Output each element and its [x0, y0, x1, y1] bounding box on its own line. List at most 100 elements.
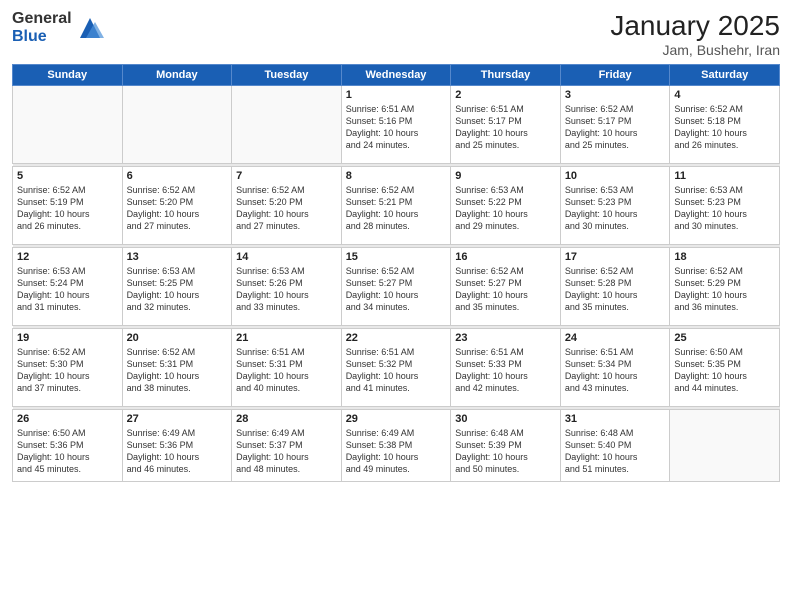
- day-info: Sunrise: 6:52 AMSunset: 5:20 PMDaylight:…: [236, 184, 337, 233]
- calendar-cell: 19 Sunrise: 6:52 AMSunset: 5:30 PMDayligh…: [13, 329, 123, 407]
- day-info: Sunrise: 6:51 AMSunset: 5:34 PMDaylight:…: [565, 346, 666, 395]
- day-number: 8: [346, 170, 447, 182]
- calendar-week-row: 12Sunrise: 6:53 AMSunset: 5:24 PMDayligh…: [13, 248, 780, 326]
- day-number: 19: [17, 332, 118, 344]
- day-info: Sunrise: 6:52 AMSunset: 5:17 PMDaylight:…: [565, 103, 666, 152]
- day-number: 28: [236, 413, 337, 425]
- header-thursday: Thursday: [451, 65, 561, 86]
- calendar-week-row: 26Sunrise: 6:50 AMSunset: 5:36 PMDayligh…: [13, 410, 780, 482]
- calendar-cell: 9 Sunrise: 6:53 AMSunset: 5:22 PMDaylight…: [451, 167, 561, 245]
- day-info: Sunrise: 6:51 AMSunset: 5:33 PMDaylight:…: [455, 346, 556, 395]
- day-info: Sunrise: 6:52 AMSunset: 5:29 PMDaylight:…: [674, 265, 775, 314]
- day-info: Sunrise: 6:51 AMSunset: 5:32 PMDaylight:…: [346, 346, 447, 395]
- calendar-cell: 26Sunrise: 6:50 AMSunset: 5:36 PMDayligh…: [13, 410, 123, 482]
- title-section: January 2025 Jam, Bushehr, Iran: [610, 10, 780, 58]
- day-number: 18: [674, 251, 775, 263]
- day-info: Sunrise: 6:52 AMSunset: 5:21 PMDaylight:…: [346, 184, 447, 233]
- day-info: Sunrise: 6:53 AMSunset: 5:22 PMDaylight:…: [455, 184, 556, 233]
- day-number: 21: [236, 332, 337, 344]
- day-number: 16: [455, 251, 556, 263]
- calendar-cell: 6Sunrise: 6:52 AMSunset: 5:20 PMDaylight…: [122, 167, 232, 245]
- calendar-cell: 10Sunrise: 6:53 AMSunset: 5:23 PMDayligh…: [560, 167, 670, 245]
- page-header: General Blue January 2025 Jam, Bushehr, …: [12, 10, 780, 58]
- page-container: General Blue January 2025 Jam, Bushehr, …: [0, 0, 792, 490]
- calendar-cell: 24 Sunrise: 6:51 AMSunset: 5:34 PMDayligh…: [560, 329, 670, 407]
- day-info: Sunrise: 6:52 AMSunset: 5:27 PMDaylight:…: [346, 265, 447, 314]
- day-number: 29: [346, 413, 447, 425]
- day-number: 9: [455, 170, 556, 182]
- day-number: 22: [346, 332, 447, 344]
- calendar-cell: 7 Sunrise: 6:52 AMSunset: 5:20 PMDaylight…: [232, 167, 342, 245]
- day-number: 13: [127, 251, 228, 263]
- logo-general: General: [12, 10, 72, 28]
- day-info: Sunrise: 6:53 AMSunset: 5:23 PMDaylight:…: [565, 184, 666, 233]
- day-info: Sunrise: 6:51 AMSunset: 5:31 PMDaylight:…: [236, 346, 337, 395]
- calendar-cell: 8 Sunrise: 6:52 AMSunset: 5:21 PMDaylight…: [341, 167, 451, 245]
- calendar-cell: 31 Sunrise: 6:48 AMSunset: 5:40 PMDayligh…: [560, 410, 670, 482]
- calendar-cell: [232, 86, 342, 164]
- day-info: Sunrise: 6:52 AMSunset: 5:19 PMDaylight:…: [17, 184, 118, 233]
- calendar-week-row: 1 Sunrise: 6:51 AMSunset: 5:16 PMDaylight…: [13, 86, 780, 164]
- calendar-cell: 1 Sunrise: 6:51 AMSunset: 5:16 PMDaylight…: [341, 86, 451, 164]
- calendar-table: Sunday Monday Tuesday Wednesday Thursday…: [12, 64, 780, 482]
- calendar-cell: [13, 86, 123, 164]
- logo-icon: [76, 14, 104, 42]
- day-info: Sunrise: 6:52 AMSunset: 5:31 PMDaylight:…: [127, 346, 228, 395]
- day-info: Sunrise: 6:52 AMSunset: 5:28 PMDaylight:…: [565, 265, 666, 314]
- calendar-cell: 29 Sunrise: 6:49 AMSunset: 5:38 PMDayligh…: [341, 410, 451, 482]
- day-number: 2: [455, 89, 556, 101]
- day-number: 15: [346, 251, 447, 263]
- logo: General Blue: [12, 10, 104, 45]
- day-number: 24: [565, 332, 666, 344]
- calendar-cell: 25Sunrise: 6:50 AMSunset: 5:35 PMDayligh…: [670, 329, 780, 407]
- day-info: Sunrise: 6:52 AMSunset: 5:27 PMDaylight:…: [455, 265, 556, 314]
- calendar-cell: 28Sunrise: 6:49 AMSunset: 5:37 PMDayligh…: [232, 410, 342, 482]
- day-number: 14: [236, 251, 337, 263]
- header-monday: Monday: [122, 65, 232, 86]
- day-number: 1: [346, 89, 447, 101]
- calendar-cell: 22 Sunrise: 6:51 AMSunset: 5:32 PMDayligh…: [341, 329, 451, 407]
- day-number: 25: [674, 332, 775, 344]
- calendar-cell: 21 Sunrise: 6:51 AMSunset: 5:31 PMDayligh…: [232, 329, 342, 407]
- calendar-week-row: 19 Sunrise: 6:52 AMSunset: 5:30 PMDayligh…: [13, 329, 780, 407]
- day-number: 6: [127, 170, 228, 182]
- header-sunday: Sunday: [13, 65, 123, 86]
- header-saturday: Saturday: [670, 65, 780, 86]
- header-wednesday: Wednesday: [341, 65, 451, 86]
- day-number: 4: [674, 89, 775, 101]
- day-info: Sunrise: 6:52 AMSunset: 5:18 PMDaylight:…: [674, 103, 775, 152]
- day-number: 12: [17, 251, 118, 263]
- day-info: Sunrise: 6:51 AMSunset: 5:16 PMDaylight:…: [346, 103, 447, 152]
- day-number: 31: [565, 413, 666, 425]
- day-info: Sunrise: 6:48 AMSunset: 5:40 PMDaylight:…: [565, 427, 666, 476]
- day-info: Sunrise: 6:53 AMSunset: 5:25 PMDaylight:…: [127, 265, 228, 314]
- day-number: 7: [236, 170, 337, 182]
- day-info: Sunrise: 6:48 AMSunset: 5:39 PMDaylight:…: [455, 427, 556, 476]
- calendar-cell: 11Sunrise: 6:53 AMSunset: 5:23 PMDayligh…: [670, 167, 780, 245]
- calendar-cell: [670, 410, 780, 482]
- calendar-cell: 17 Sunrise: 6:52 AMSunset: 5:28 PMDayligh…: [560, 248, 670, 326]
- day-number: 17: [565, 251, 666, 263]
- day-info: Sunrise: 6:52 AMSunset: 5:30 PMDaylight:…: [17, 346, 118, 395]
- calendar-cell: 4 Sunrise: 6:52 AMSunset: 5:18 PMDaylight…: [670, 86, 780, 164]
- day-number: 30: [455, 413, 556, 425]
- calendar-cell: 16 Sunrise: 6:52 AMSunset: 5:27 PMDayligh…: [451, 248, 561, 326]
- calendar-cell: 14Sunrise: 6:53 AMSunset: 5:26 PMDayligh…: [232, 248, 342, 326]
- calendar-cell: 2Sunrise: 6:51 AMSunset: 5:17 PMDaylight…: [451, 86, 561, 164]
- day-info: Sunrise: 6:49 AMSunset: 5:38 PMDaylight:…: [346, 427, 447, 476]
- logo-blue: Blue: [12, 28, 72, 46]
- day-number: 23: [455, 332, 556, 344]
- calendar-cell: 30 Sunrise: 6:48 AMSunset: 5:39 PMDayligh…: [451, 410, 561, 482]
- header-friday: Friday: [560, 65, 670, 86]
- day-number: 20: [127, 332, 228, 344]
- calendar-cell: 23 Sunrise: 6:51 AMSunset: 5:33 PMDayligh…: [451, 329, 561, 407]
- calendar-cell: 3Sunrise: 6:52 AMSunset: 5:17 PMDaylight…: [560, 86, 670, 164]
- location: Jam, Bushehr, Iran: [610, 42, 780, 58]
- weekday-header-row: Sunday Monday Tuesday Wednesday Thursday…: [13, 65, 780, 86]
- day-info: Sunrise: 6:50 AMSunset: 5:36 PMDaylight:…: [17, 427, 118, 476]
- calendar-week-row: 5Sunrise: 6:52 AMSunset: 5:19 PMDaylight…: [13, 167, 780, 245]
- calendar-cell: 20 Sunrise: 6:52 AMSunset: 5:31 PMDayligh…: [122, 329, 232, 407]
- calendar-cell: 18 Sunrise: 6:52 AMSunset: 5:29 PMDayligh…: [670, 248, 780, 326]
- calendar-cell: 27Sunrise: 6:49 AMSunset: 5:36 PMDayligh…: [122, 410, 232, 482]
- calendar-cell: 13 Sunrise: 6:53 AMSunset: 5:25 PMDayligh…: [122, 248, 232, 326]
